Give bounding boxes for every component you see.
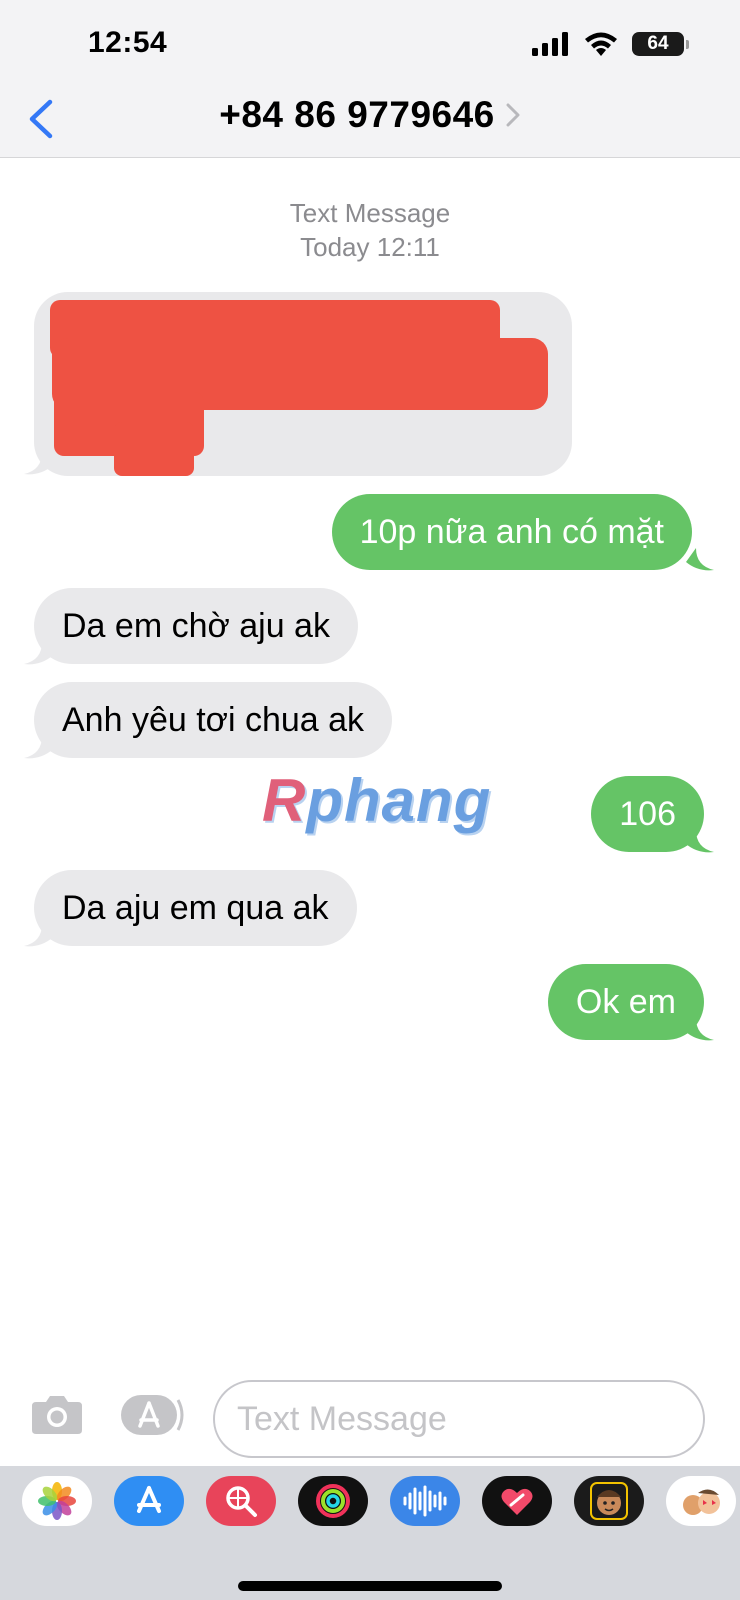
web-search-icon[interactable] [206,1476,276,1526]
bubble-tail [686,548,714,571]
bubble-tail [24,924,52,947]
activity-icon[interactable] [298,1476,368,1526]
app-store-icon[interactable] [114,1476,184,1526]
watermark: Rphang [262,767,492,834]
bubble-tail [24,452,52,475]
conversation-meta: Text Message Today 12:11 [0,196,740,264]
service-label: Text Message [289,198,451,228]
contact-name[interactable]: +84 86 9779646 [219,94,495,135]
redacted-message-bubble[interactable] [34,292,572,476]
redaction-mark [114,422,194,476]
message-input[interactable] [213,1380,705,1458]
battery-icon: 64 [632,32,689,56]
message-text: 106 [619,795,676,833]
bubble-tail [686,1018,714,1041]
digital-touch-icon[interactable] [482,1476,552,1526]
message-text: Ok em [575,983,676,1021]
memoji-icon[interactable] [574,1476,644,1526]
bubble-tail [24,642,52,665]
app-drawer [0,1466,740,1600]
status-icons: 64 [532,30,689,58]
app-store-button-icon[interactable] [120,1394,186,1436]
message-text: Da em chờ aju ak [62,607,330,645]
incoming-message-bubble[interactable]: Da em chờ aju ak [34,588,358,664]
chevron-right-icon[interactable] [505,102,521,128]
bubble-tail [686,830,714,853]
outgoing-message-bubble[interactable]: Ok em [547,964,704,1040]
message-text: Anh yêu tơi chua ak [62,701,365,739]
contact-title[interactable]: +84 86 9779646 [0,94,740,136]
incoming-message-bubble[interactable]: Anh yêu tơi chua ak [34,682,393,758]
conversation-timestamp: Today 12:11 [300,232,440,262]
bubble-tail [24,736,52,759]
cellular-signal-icon [532,32,568,56]
wifi-icon [585,32,617,56]
status-time: 12:54 [88,26,168,59]
home-indicator [238,1581,502,1591]
photos-icon[interactable] [22,1476,92,1526]
message-text: 10p nữa anh có mặt [359,513,664,551]
incoming-message-bubble[interactable]: Da aju em qua ak [34,870,357,946]
outgoing-message-bubble[interactable]: 10p nữa anh có mặt [331,494,692,570]
audio-message-icon[interactable] [390,1476,460,1526]
message-text: Da aju em qua ak [62,889,329,927]
memoji-stickers-icon[interactable] [666,1476,736,1526]
camera-icon[interactable] [30,1392,84,1436]
navigation-header: 12:54 64 +84 86 9779646 [0,0,740,158]
